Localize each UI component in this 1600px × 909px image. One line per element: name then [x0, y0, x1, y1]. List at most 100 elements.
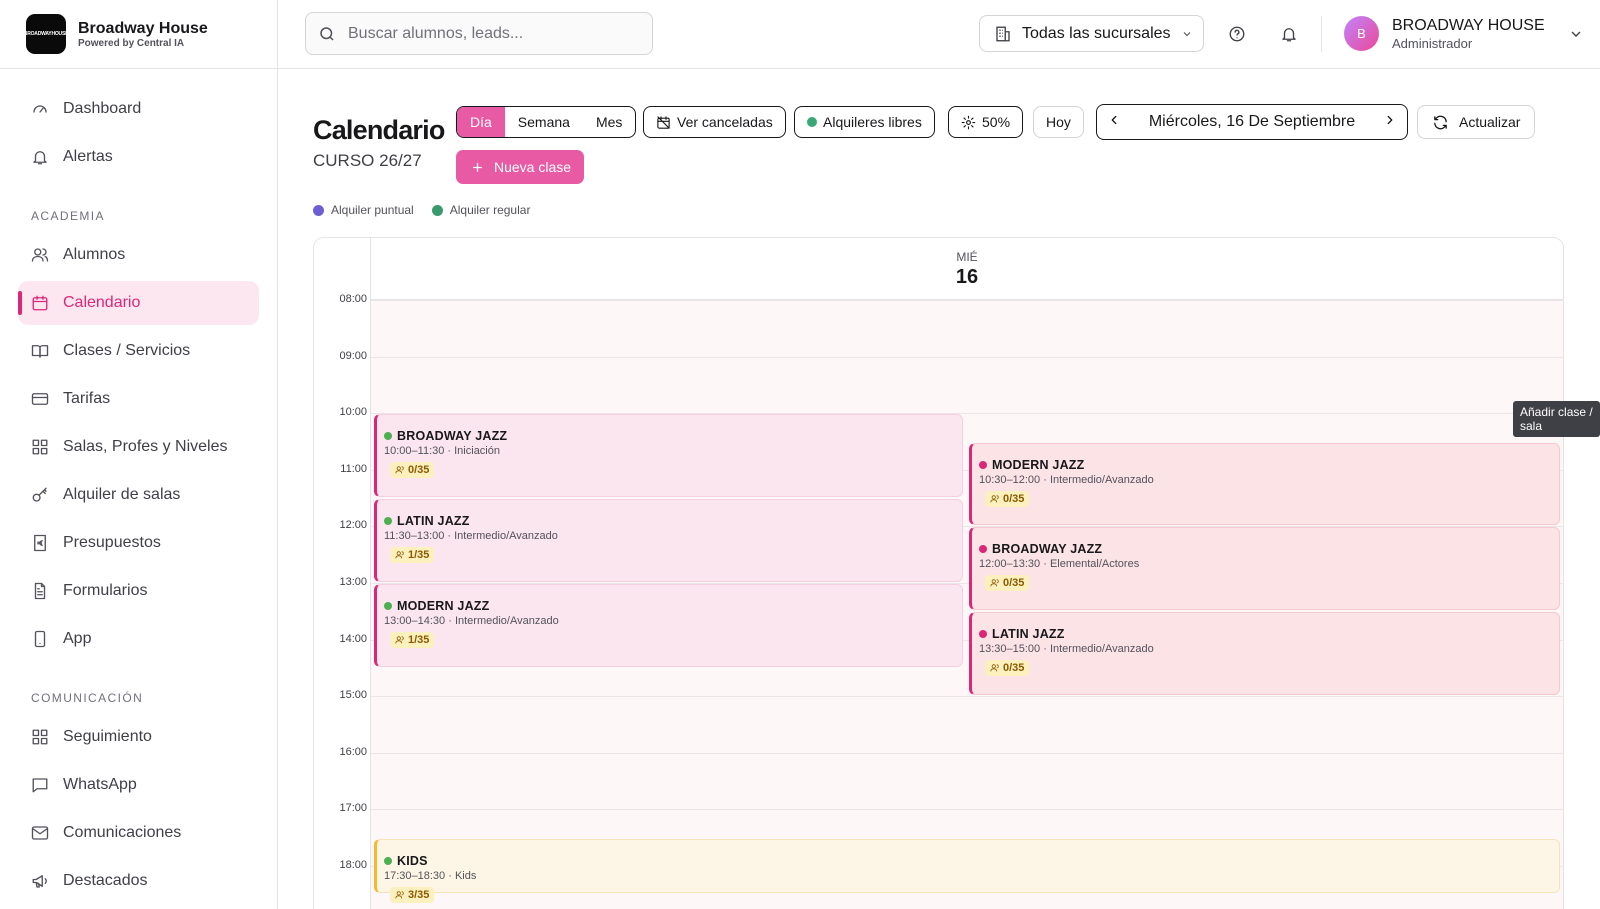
branch-selector[interactable]: Todas las sucursales	[979, 15, 1204, 52]
search-icon	[320, 26, 334, 41]
gear-icon	[961, 115, 976, 129]
user-name: BROADWAY HOUSE	[1392, 17, 1545, 34]
event-status-dot	[979, 630, 987, 639]
sidebar-item-destacados[interactable]: Destacados	[18, 859, 259, 903]
event-status-dot	[384, 856, 392, 865]
hour-label: 14:00	[339, 632, 367, 645]
view-month-button[interactable]: Mes	[583, 107, 635, 137]
sidebar-item-alumnos[interactable]: Alumnos	[18, 233, 259, 277]
event-title-text: LATIN JAZZ	[992, 627, 1065, 642]
hour-line	[371, 809, 1563, 811]
prev-day-button[interactable]	[1107, 113, 1121, 132]
capacity-text: 0/35	[1003, 577, 1025, 590]
capacity-badge: 0/35	[390, 462, 435, 479]
current-date: Miércoles, 16 De Septiembre	[1148, 113, 1356, 130]
sidebar-item-alquiler[interactable]: Alquiler de salas	[18, 473, 259, 517]
capacity-text: 0/35	[1003, 492, 1025, 505]
section-academia: ACADEMIA	[31, 209, 105, 223]
credit-card-icon	[31, 393, 49, 405]
brand-name: Broadway House	[78, 20, 208, 37]
new-class-button[interactable]: Nueva clase	[456, 150, 584, 184]
main-content: Todas las sucursales B BROADWAY HOUSE Ad…	[278, 0, 1600, 909]
chevron-down-icon	[1571, 31, 1581, 37]
legend-dot	[313, 204, 324, 216]
event-title: BROADWAY JAZZ	[384, 429, 962, 443]
sidebar-item-dashboard[interactable]: Dashboard	[18, 87, 259, 131]
sidebar-item-app[interactable]: App	[18, 617, 259, 661]
day-column[interactable]: BROADWAY JAZZ 10:00–11:30 · Iniciación 0/3…	[371, 300, 1563, 909]
chevron-left-icon	[1111, 115, 1117, 124]
hour-line	[371, 696, 1563, 698]
day-column-header: MIÉ 16	[371, 238, 1563, 300]
class-event[interactable]: BROADWAY JAZZ 12:00–13:30 · Elemental/Act…	[969, 527, 1560, 611]
class-event[interactable]: BROADWAY JAZZ 10:00–11:30 · Iniciación 0/3…	[374, 414, 963, 498]
class-event[interactable]: MODERN JAZZ 10:30–12:00 · Intermedio/Avan…	[969, 442, 1560, 526]
event-title: LATIN JAZZ	[979, 627, 1559, 641]
capacity-badge: 3/35	[390, 886, 435, 903]
hour-label: 13:00	[339, 576, 367, 588]
event-title: LATIN JAZZ	[384, 514, 962, 528]
divider	[1321, 16, 1322, 52]
sidebar-item-alertas[interactable]: Alertas	[18, 135, 259, 179]
user-role: Administrador	[1392, 36, 1473, 51]
next-day-button[interactable]	[1383, 113, 1397, 132]
search-input[interactable]	[348, 24, 628, 43]
sidebar-item-seguimiento[interactable]: Seguimiento	[18, 715, 259, 759]
date-navigator: Miércoles, 16 De Septiembre	[1096, 104, 1408, 140]
users-icon	[395, 466, 404, 474]
view-week-button[interactable]: Semana	[505, 107, 583, 137]
event-time-level: 11:30–13:00 · Intermedio/Avanzado	[384, 530, 558, 543]
sidebar-item-whatsapp[interactable]: WhatsApp	[18, 763, 259, 807]
capacity-text: 0/35	[408, 464, 430, 477]
legend: Alquiler puntual Alquiler regular	[313, 203, 530, 217]
class-event[interactable]: LATIN JAZZ 11:30–13:00 · Intermedio/Avanz…	[374, 499, 963, 582]
capacity-text: 3/35	[408, 888, 430, 901]
view-day-button[interactable]: Día	[457, 107, 505, 137]
class-event[interactable]: KIDS 17:30–18:30 · Kids 3/35	[374, 838, 1560, 903]
event-title-text: BROADWAY JAZZ	[992, 542, 1103, 557]
capacity-badge: 0/35	[985, 660, 1030, 677]
sidebar-item-comunicaciones[interactable]: Comunicaciones	[18, 811, 259, 855]
building-icon	[996, 26, 1010, 41]
sidebar-item-presupuestos[interactable]: Presupuestos	[18, 521, 259, 565]
user-menu[interactable]: B BROADWAY HOUSE Administrador	[1344, 16, 1584, 51]
event-status-dot	[979, 545, 987, 554]
zoom-button[interactable]: 50%	[948, 106, 1024, 138]
show-cancelled-button[interactable]: Ver canceladas	[643, 106, 786, 138]
sidebar-item-clases[interactable]: Clases / Servicios	[18, 329, 259, 373]
sidebar-item-salas[interactable]: Salas, Profes y Niveles	[18, 425, 259, 469]
brand-header[interactable]: BROADWAYHOUSE Broadway House Powered by …	[0, 0, 277, 69]
event-title-text: LATIN JAZZ	[397, 514, 470, 529]
free-rentals-button[interactable]: Alquileres libres	[794, 106, 935, 138]
event-status-dot	[384, 602, 392, 610]
file-text-icon	[34, 582, 46, 600]
capacity-badge: 0/35	[985, 575, 1030, 592]
hour-label: 17:00	[339, 802, 367, 815]
plus-icon	[473, 162, 482, 172]
event-title-text: MODERN JAZZ	[992, 457, 1085, 472]
refresh-button[interactable]: Actualizar	[1417, 105, 1536, 139]
hour-label: 15:00	[339, 689, 367, 702]
bell-icon	[33, 151, 47, 165]
grid-icon	[32, 439, 48, 455]
page-title: Calendario	[313, 115, 445, 145]
megaphone-icon	[32, 875, 47, 888]
euro-receipt-icon	[34, 534, 46, 552]
sidebar: BROADWAYHOUSE Broadway House Powered by …	[0, 0, 278, 909]
notifications-button[interactable]	[1277, 22, 1301, 46]
class-event[interactable]: LATIN JAZZ 13:30–15:00 · Intermedio/Avanz…	[969, 612, 1560, 696]
event-title-text: KIDS	[397, 853, 428, 868]
class-event[interactable]: MODERN JAZZ 13:00–14:30 · Intermedio/Avan…	[374, 584, 963, 667]
help-button[interactable]	[1225, 22, 1249, 46]
sidebar-item-calendario[interactable]: Calendario	[18, 281, 259, 325]
sidebar-item-formularios[interactable]: Formularios	[18, 569, 259, 613]
hour-line	[371, 752, 1563, 754]
event-status-dot	[384, 517, 392, 526]
search-box[interactable]	[305, 12, 653, 55]
sidebar-item-tarifas[interactable]: Tarifas	[18, 377, 259, 421]
hour-label: 18:00	[339, 859, 367, 871]
event-time-level: 10:00–11:30 · Iniciación	[384, 445, 500, 458]
event-time-level: 17:30–18:30 · Kids	[384, 869, 477, 882]
today-button[interactable]: Hoy	[1033, 106, 1084, 138]
view-switcher: Día Semana Mes	[456, 106, 637, 138]
